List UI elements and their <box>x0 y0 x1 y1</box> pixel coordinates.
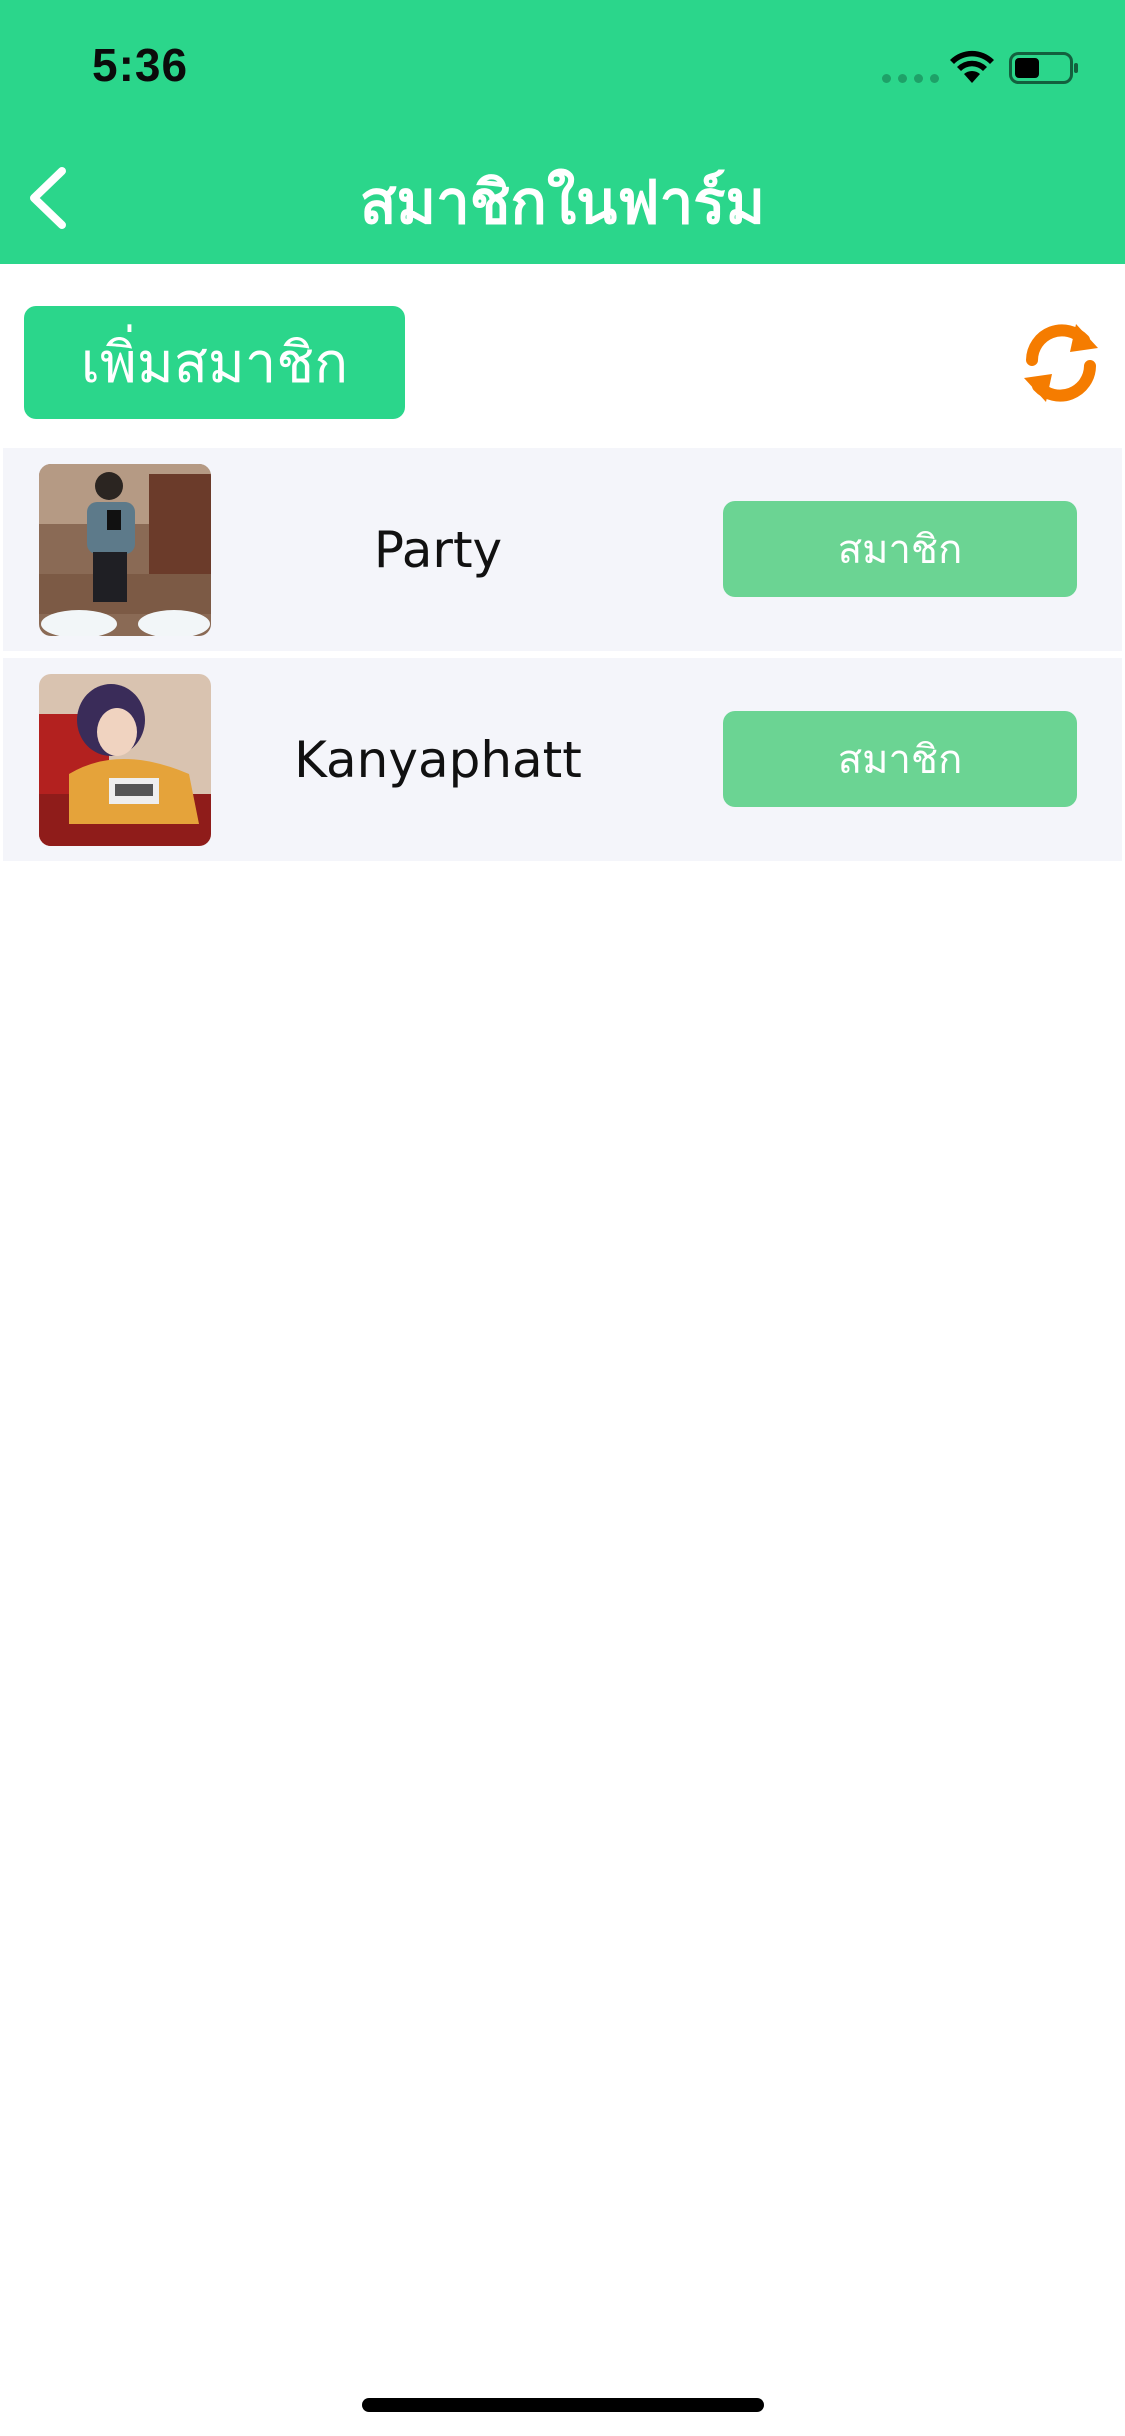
add-member-button[interactable]: เพิ่มสมาชิก <box>24 306 405 419</box>
member-row: Party สมาชิก <box>3 448 1122 651</box>
refresh-button[interactable] <box>1018 318 1104 408</box>
member-role-button[interactable]: สมาชิก <box>723 711 1077 807</box>
avatar <box>39 674 211 846</box>
app-header: 5:36 สมาชิกในฟาร์ม <box>0 0 1125 264</box>
member-name: Kanyaphatt <box>294 730 582 789</box>
cellular-signal-icon <box>882 74 939 83</box>
avatar <box>39 464 211 636</box>
member-row: Kanyaphatt สมาชิก <box>3 658 1122 861</box>
member-name: Party <box>373 520 503 579</box>
member-role-button[interactable]: สมาชิก <box>723 501 1077 597</box>
status-time: 5:36 <box>92 39 189 91</box>
battery-icon <box>1009 52 1078 84</box>
page-title: สมาชิกในฟาร์ม <box>359 168 766 238</box>
home-indicator <box>362 2398 764 2412</box>
wifi-icon <box>950 50 994 83</box>
refresh-icon <box>1024 324 1098 402</box>
